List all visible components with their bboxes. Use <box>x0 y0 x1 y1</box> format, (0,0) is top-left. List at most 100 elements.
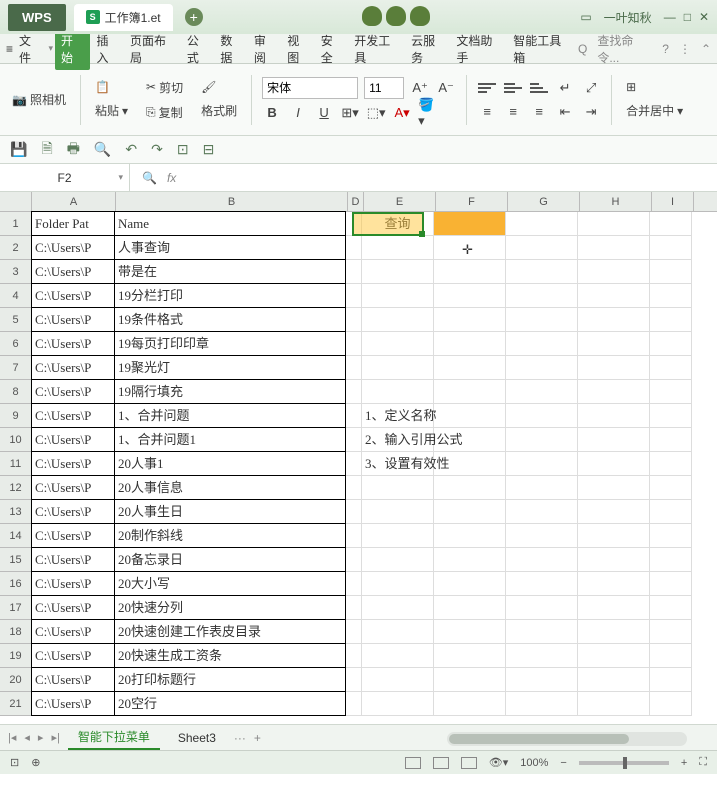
cell[interactable]: 20快速分列 <box>114 595 346 620</box>
bold-button[interactable]: B <box>262 103 282 123</box>
cell[interactable]: C:\Users\P <box>31 643 115 668</box>
cell[interactable] <box>506 644 578 668</box>
cell[interactable] <box>506 404 578 428</box>
cell[interactable] <box>578 212 650 236</box>
cell[interactable] <box>650 476 692 500</box>
cell[interactable] <box>346 308 362 332</box>
cell[interactable] <box>362 620 434 644</box>
cell[interactable] <box>578 236 650 260</box>
row-header[interactable]: 16 <box>0 572 32 596</box>
format-brush-label[interactable]: 格式刷 <box>197 100 241 121</box>
cell[interactable] <box>434 476 506 500</box>
cell[interactable] <box>434 284 506 308</box>
cell[interactable] <box>346 596 362 620</box>
cell[interactable]: 2、输入引用公式 <box>362 428 434 452</box>
col-header-A[interactable]: A <box>32 192 116 211</box>
print-icon[interactable]: 🖶 <box>67 138 80 162</box>
decrease-font-icon[interactable]: A⁻ <box>436 78 456 98</box>
cell[interactable]: 20人事生日 <box>114 499 346 524</box>
col-header-E[interactable]: E <box>364 192 436 211</box>
row-header[interactable]: 18 <box>0 620 32 644</box>
cell[interactable] <box>506 356 578 380</box>
row-header[interactable]: 21 <box>0 692 32 716</box>
zoom-slider[interactable] <box>579 761 669 765</box>
increase-font-icon[interactable]: A⁺ <box>410 78 430 98</box>
align-top-icon[interactable] <box>477 78 497 98</box>
row-header[interactable]: 12 <box>0 476 32 500</box>
cell[interactable] <box>578 332 650 356</box>
cell[interactable]: 20备忘录日 <box>114 547 346 572</box>
zoom-value[interactable]: 100% <box>520 757 548 769</box>
cell[interactable] <box>362 284 434 308</box>
merge-cells-button[interactable]: ⊞ <box>622 78 687 96</box>
sheet-nav-first[interactable]: |◂ <box>8 731 16 744</box>
cell[interactable] <box>578 644 650 668</box>
cell[interactable]: ✛ <box>434 236 506 260</box>
font-color-button[interactable]: A▾ <box>392 103 412 123</box>
cell[interactable]: 19聚光灯 <box>114 355 346 380</box>
underline-button[interactable]: U <box>314 103 334 123</box>
cell[interactable] <box>362 380 434 404</box>
zoom-out-button[interactable]: − <box>560 757 566 769</box>
cell[interactable]: C:\Users\P <box>31 667 115 692</box>
align-left-icon[interactable]: ≡ <box>477 102 497 122</box>
cell[interactable] <box>650 260 692 284</box>
cell[interactable] <box>362 308 434 332</box>
cut-button[interactable]: ✂ 剪切 <box>142 77 187 98</box>
sheet-nav-next[interactable]: ▸ <box>38 731 44 744</box>
cell[interactable] <box>346 260 362 284</box>
cell[interactable]: C:\Users\P <box>31 259 115 284</box>
cell[interactable] <box>578 500 650 524</box>
italic-button[interactable]: I <box>288 103 308 123</box>
cell[interactable] <box>650 404 692 428</box>
row-header[interactable]: 15 <box>0 548 32 572</box>
cell[interactable]: Name <box>114 211 346 236</box>
cell[interactable] <box>578 596 650 620</box>
cell[interactable] <box>346 548 362 572</box>
row-header[interactable]: 3 <box>0 260 32 284</box>
col-header-B[interactable]: B <box>116 192 348 211</box>
row-header[interactable]: 19 <box>0 644 32 668</box>
cell[interactable]: 20打印标题行 <box>114 667 346 692</box>
row-header[interactable]: 4 <box>0 284 32 308</box>
row-header[interactable]: 9 <box>0 404 32 428</box>
cell[interactable] <box>506 260 578 284</box>
cell[interactable]: C:\Users\P <box>31 235 115 260</box>
cell[interactable] <box>650 596 692 620</box>
undo-icon[interactable]: ↶ <box>125 141 137 158</box>
maximize-button[interactable]: □ <box>684 10 691 24</box>
cell[interactable]: C:\Users\P <box>31 595 115 620</box>
cell[interactable] <box>578 404 650 428</box>
sheet-tab-2[interactable]: Sheet3 <box>168 728 226 748</box>
cell[interactable] <box>650 212 692 236</box>
cell[interactable]: 20快速生成工资条 <box>114 643 346 668</box>
cell[interactable] <box>346 620 362 644</box>
cell[interactable] <box>650 308 692 332</box>
cell-style-button[interactable]: ⬚▾ <box>366 103 386 123</box>
cell[interactable]: 20空行 <box>114 691 346 716</box>
cell[interactable] <box>434 644 506 668</box>
row-header[interactable]: 6 <box>0 332 32 356</box>
cell[interactable]: 1、合并问题 <box>114 403 346 428</box>
cell[interactable] <box>434 356 506 380</box>
cell[interactable] <box>362 332 434 356</box>
zoom-in-button[interactable]: + <box>681 757 687 769</box>
cell[interactable] <box>506 380 578 404</box>
search-placeholder[interactable]: 查找命令... <box>597 32 652 66</box>
appearance-icon[interactable]: ▭ <box>580 10 591 24</box>
cell[interactable] <box>434 308 506 332</box>
cell[interactable]: 19每页打印印章 <box>114 331 346 356</box>
cell[interactable]: C:\Users\P <box>31 547 115 572</box>
cell[interactable] <box>578 260 650 284</box>
cell[interactable] <box>346 212 362 236</box>
select-all-corner[interactable] <box>0 192 32 211</box>
cell[interactable] <box>346 332 362 356</box>
cell[interactable] <box>434 620 506 644</box>
cell[interactable] <box>362 500 434 524</box>
cell[interactable] <box>578 308 650 332</box>
cell[interactable] <box>578 284 650 308</box>
cell[interactable] <box>346 572 362 596</box>
cell[interactable] <box>650 500 692 524</box>
close-button[interactable]: ✕ <box>699 10 709 24</box>
app-logo[interactable]: WPS <box>8 4 66 31</box>
